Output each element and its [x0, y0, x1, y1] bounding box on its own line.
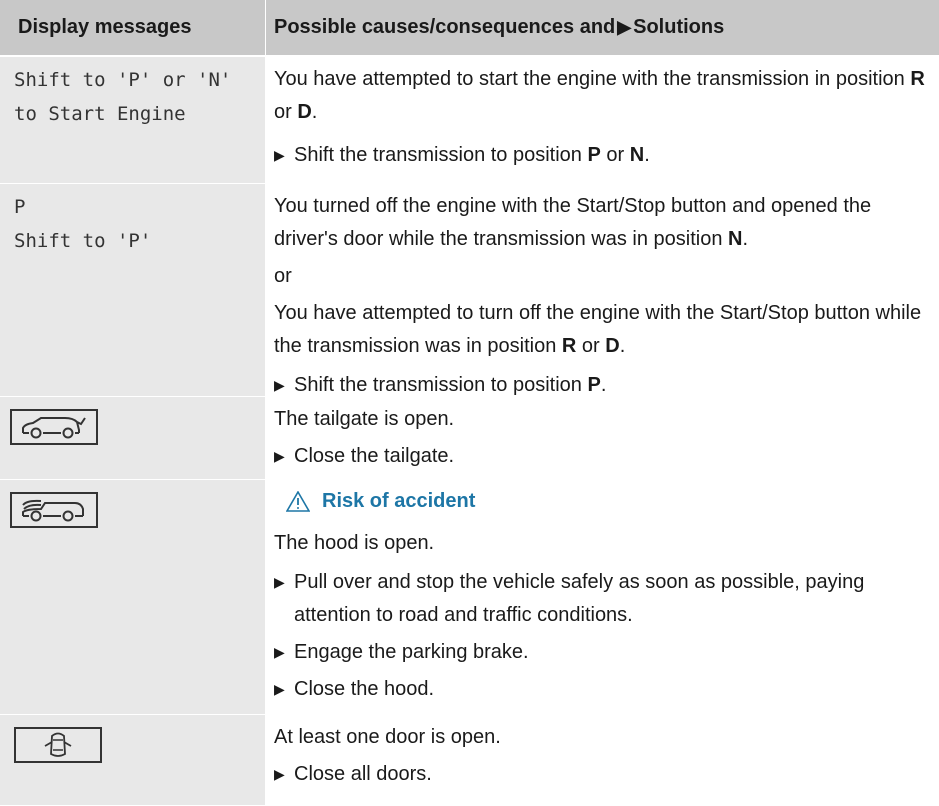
- solution-step: ▶ Pull over and stop the vehicle safely a…: [274, 566, 931, 632]
- cause-text: You have attempted to turn off the engin…: [274, 302, 922, 357]
- solution-step: ▶ Shift the transmission to position P or…: [274, 139, 931, 172]
- display-messages-table: Display messages Possible causes/consequ…: [0, 0, 939, 806]
- display-message-cell: [0, 715, 266, 805]
- warning-heading: Risk of accident: [286, 490, 931, 513]
- display-message-cell: [0, 397, 266, 479]
- step-triangle-icon: ▶: [274, 377, 285, 393]
- table-row: P Shift to 'P' You turned off the engine…: [0, 184, 939, 397]
- solution-step: ▶ Close the hood.: [274, 673, 931, 706]
- cause-cell: You turned off the engine with the Start…: [266, 184, 939, 396]
- display-line: Shift to 'P' or 'N': [14, 69, 232, 91]
- header-text-before: Possible causes/consequences and: [274, 16, 616, 38]
- tailgate-open-icon: [10, 409, 98, 445]
- triangle-icon: ▶: [617, 17, 632, 37]
- table-row: At least one door is open. ▶ Close all do…: [0, 715, 939, 806]
- display-line: Shift to 'P': [14, 230, 152, 252]
- table-row: Risk of accident The hood is open. ▶ Pull…: [0, 480, 939, 715]
- step-triangle-icon: ▶: [274, 147, 285, 163]
- display-message-cell: P Shift to 'P': [0, 184, 266, 396]
- cause-cell: The tailgate is open. ▶ Close the tailgat…: [266, 397, 939, 479]
- step-triangle-icon: ▶: [274, 574, 285, 590]
- display-message-cell: Shift to 'P' or 'N' to Start Engine: [0, 57, 266, 183]
- display-line: to Start Engine: [14, 103, 186, 125]
- header-text-after: Solutions: [633, 16, 725, 38]
- table-row: The tailgate is open. ▶ Close the tailgat…: [0, 397, 939, 480]
- header-display-messages: Display messages: [0, 0, 266, 55]
- display-line: P: [14, 196, 26, 218]
- or-text: or: [274, 265, 292, 287]
- cause-cell: You have attempted to start the engine w…: [266, 57, 939, 183]
- solution-step: ▶ Close the tailgate.: [274, 440, 931, 473]
- display-message-cell: [0, 480, 266, 714]
- cause-cell: At least one door is open. ▶ Close all do…: [266, 715, 939, 805]
- cause-text: The tailgate is open.: [274, 408, 455, 430]
- door-open-icon: [14, 727, 102, 763]
- table-header: Display messages Possible causes/consequ…: [0, 0, 939, 57]
- table-row: Shift to 'P' or 'N' to Start Engine You …: [0, 57, 939, 184]
- step-triangle-icon: ▶: [274, 766, 285, 782]
- hood-open-icon: [10, 492, 98, 528]
- cause-text: You turned off the engine with the Start…: [274, 195, 872, 250]
- solution-step: ▶ Engage the parking brake.: [274, 636, 931, 669]
- cause-cell: Risk of accident The hood is open. ▶ Pull…: [266, 480, 939, 714]
- cause-text: At least one door is open.: [274, 726, 501, 748]
- step-triangle-icon: ▶: [274, 448, 285, 464]
- warning-triangle-icon: [286, 491, 310, 512]
- cause-text: You have attempted to start the engine w…: [274, 68, 925, 123]
- header-causes-solutions: Possible causes/consequences and ▶ Solut…: [266, 0, 939, 55]
- step-triangle-icon: ▶: [274, 644, 285, 660]
- solution-step: ▶ Shift the transmission to position P.: [274, 369, 931, 402]
- solution-step: ▶ Close all doors.: [274, 758, 931, 791]
- step-triangle-icon: ▶: [274, 681, 285, 697]
- cause-text: The hood is open.: [274, 532, 435, 554]
